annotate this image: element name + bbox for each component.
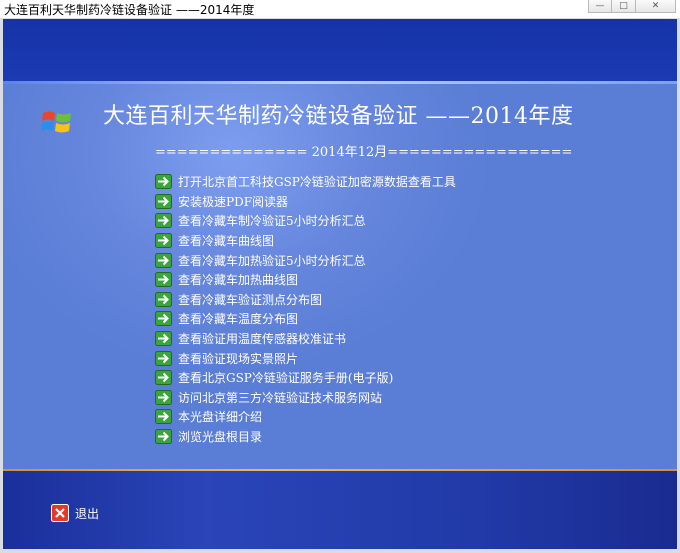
green-arrow-icon	[155, 331, 172, 347]
green-arrow-icon	[155, 429, 172, 445]
menu-item-label: 查看冷藏车制冷验证5小时分析汇总	[178, 214, 366, 229]
menu-item-visit-website[interactable]: 访问北京第三方冷链验证技术服务网站	[155, 388, 456, 408]
menu-item-calibration-certificate[interactable]: 查看验证用温度传感器校准证书	[155, 329, 456, 349]
green-arrow-icon	[155, 233, 172, 249]
green-arrow-icon	[155, 213, 172, 229]
menu-item-label: 访问北京第三方冷链验证技术服务网站	[178, 390, 383, 405]
menu-item-label: 浏览光盘根目录	[178, 430, 263, 445]
exit-button[interactable]: 退出	[51, 504, 99, 522]
menu-list: 打开北京首工科技GSP冷链验证加密源数据查看工具 安装极速PDF阅读器 查看冷藏…	[155, 172, 456, 446]
menu-item-cooling-curve[interactable]: 查看冷藏车曲线图	[155, 231, 456, 251]
green-arrow-icon	[155, 193, 172, 209]
green-arrow-icon	[155, 389, 172, 405]
maximize-button[interactable]: □	[612, 0, 636, 13]
menu-item-label: 查看冷藏车温度分布图	[178, 312, 299, 327]
minimize-button[interactable]: —	[588, 0, 612, 13]
menu-item-service-manual[interactable]: 查看北京GSP冷链验证服务手册(电子版)	[155, 368, 456, 388]
green-arrow-icon	[155, 252, 172, 268]
menu-item-heating-summary[interactable]: 查看冷藏车加热验证5小时分析汇总	[155, 250, 456, 270]
window-controls: — □ ✕	[588, 0, 676, 14]
menu-item-cooling-summary[interactable]: 查看冷藏车制冷验证5小时分析汇总	[155, 211, 456, 231]
autorun-panel: 大连百利天华制药冷链设备验证 ——2014年度 ============== 2…	[3, 19, 677, 549]
menu-item-label: 打开北京首工科技GSP冷链验证加密源数据查看工具	[178, 175, 456, 190]
top-band	[3, 19, 677, 81]
menu-item-label: 查看北京GSP冷链验证服务手册(电子版)	[178, 371, 394, 386]
menu-item-label: 本光盘详细介绍	[178, 410, 263, 425]
window-title: 大连百利天华制药冷链设备验证 ——2014年度	[4, 3, 255, 17]
green-arrow-icon	[155, 272, 172, 288]
menu-item-temperature-map[interactable]: 查看冷藏车温度分布图	[155, 309, 456, 329]
green-arrow-icon	[155, 370, 172, 386]
green-arrow-icon	[155, 350, 172, 366]
menu-item-label: 安装极速PDF阅读器	[178, 194, 289, 209]
title-bar: 大连百利天华制药冷链设备验证 ——2014年度 — □ ✕	[0, 0, 680, 19]
menu-item-site-photos[interactable]: 查看验证现场实景照片	[155, 348, 456, 368]
green-arrow-icon	[155, 409, 172, 425]
menu-item-label: 查看验证现场实景照片	[178, 351, 299, 366]
exit-label: 退出	[75, 506, 100, 521]
menu-item-label: 查看验证用温度传感器校准证书	[178, 332, 347, 347]
menu-item-browse-root[interactable]: 浏览光盘根目录	[155, 427, 456, 447]
windows-logo-icon	[41, 111, 71, 133]
page-title: 大连百利天华制药冷链设备验证 ——2014年度	[103, 104, 574, 129]
green-arrow-icon	[155, 311, 172, 327]
menu-item-install-pdf-reader[interactable]: 安装极速PDF阅读器	[155, 192, 456, 212]
menu-item-label: 查看冷藏车加热曲线图	[178, 273, 299, 288]
menu-item-label: 查看冷藏车曲线图	[178, 234, 275, 249]
close-button[interactable]: ✕	[636, 0, 676, 13]
window-frame: 大连百利天华制药冷链设备验证 ——2014年度 ============== 2…	[0, 18, 680, 553]
red-x-icon	[51, 504, 69, 522]
menu-item-sensor-layout[interactable]: 查看冷藏车验证测点分布图	[155, 290, 456, 310]
menu-item-open-gsp-viewer[interactable]: 打开北京首工科技GSP冷链验证加密源数据查看工具	[155, 172, 456, 192]
menu-item-disc-intro[interactable]: 本光盘详细介绍	[155, 407, 456, 427]
green-arrow-icon	[155, 174, 172, 190]
date-banner: ============== 2014年12月=================	[155, 145, 573, 160]
menu-item-heating-curve[interactable]: 查看冷藏车加热曲线图	[155, 270, 456, 290]
bottom-band	[3, 471, 677, 549]
green-arrow-icon	[155, 291, 172, 307]
menu-item-label: 查看冷藏车加热验证5小时分析汇总	[178, 253, 366, 268]
menu-item-label: 查看冷藏车验证测点分布图	[178, 292, 323, 307]
